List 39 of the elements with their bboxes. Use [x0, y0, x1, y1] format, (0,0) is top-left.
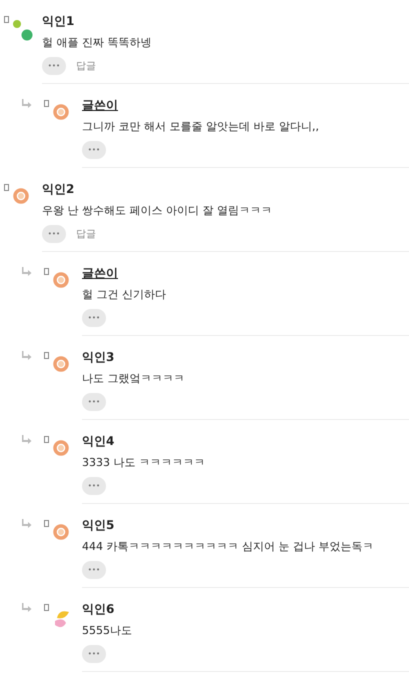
commenter-name: 글쓴이 [82, 97, 118, 114]
avatar-icon [53, 272, 69, 288]
reply-arrow-icon [22, 603, 32, 612]
broken-image-icon [44, 604, 49, 611]
commenter-name: 익인4 [82, 433, 114, 450]
comment-text: 3333 나도 ㅋㅋㅋㅋㅋㅋ [82, 455, 206, 471]
reply-arrow-icon [22, 267, 32, 276]
reply-arrow-icon [22, 435, 32, 444]
comment-text: 444 카톡ㅋㅋㅋㅋㅋㅋㅋㅋㅋㅋ 심지어 눈 겁나 부었는독ㅋ [82, 539, 374, 555]
comment-text: 헐 그건 신기하다 [82, 287, 167, 303]
commenter-name: 익인6 [82, 601, 114, 618]
comment-text: 그니까 코만 해서 모를줄 알앗는데 바로 알다니,, [82, 119, 320, 135]
comment-text: 우왕 난 쌍수해도 페이스 아이디 잘 열림ㅋㅋㅋ [42, 203, 273, 219]
broken-image-icon [44, 100, 49, 107]
avatar-icon [53, 524, 69, 540]
comment-text: 나도 그랬엌ㅋㅋㅋㅋ [82, 371, 186, 387]
broken-image-icon [4, 184, 9, 191]
reply-arrow-icon [22, 351, 32, 360]
avatar-icon [53, 104, 69, 120]
commenter-name: 익인3 [82, 349, 114, 366]
commenter-name: 익인5 [82, 517, 114, 534]
broken-image-icon [4, 16, 9, 23]
reply-arrow-icon [22, 519, 32, 528]
avatar-icon [53, 356, 69, 372]
broken-image-icon [44, 436, 49, 443]
broken-image-icon [44, 352, 49, 359]
broken-image-icon [44, 520, 49, 527]
commenter-name: 글쓴이 [82, 265, 118, 282]
reply-arrow-icon [22, 99, 32, 108]
reply-link[interactable]: 답글 [76, 59, 96, 73]
reply-link[interactable]: 답글 [76, 227, 96, 241]
avatar-icon [13, 188, 29, 204]
broken-image-icon [44, 268, 49, 275]
comment-text: 헐 애플 진짜 똑똑하넹 [42, 35, 152, 51]
commenter-name: 익인2 [42, 181, 74, 198]
comment-text: 5555나도 [82, 623, 133, 639]
avatar-icon [53, 440, 69, 456]
avatar-icon [13, 20, 33, 42]
commenter-name: 익인1 [42, 13, 74, 30]
